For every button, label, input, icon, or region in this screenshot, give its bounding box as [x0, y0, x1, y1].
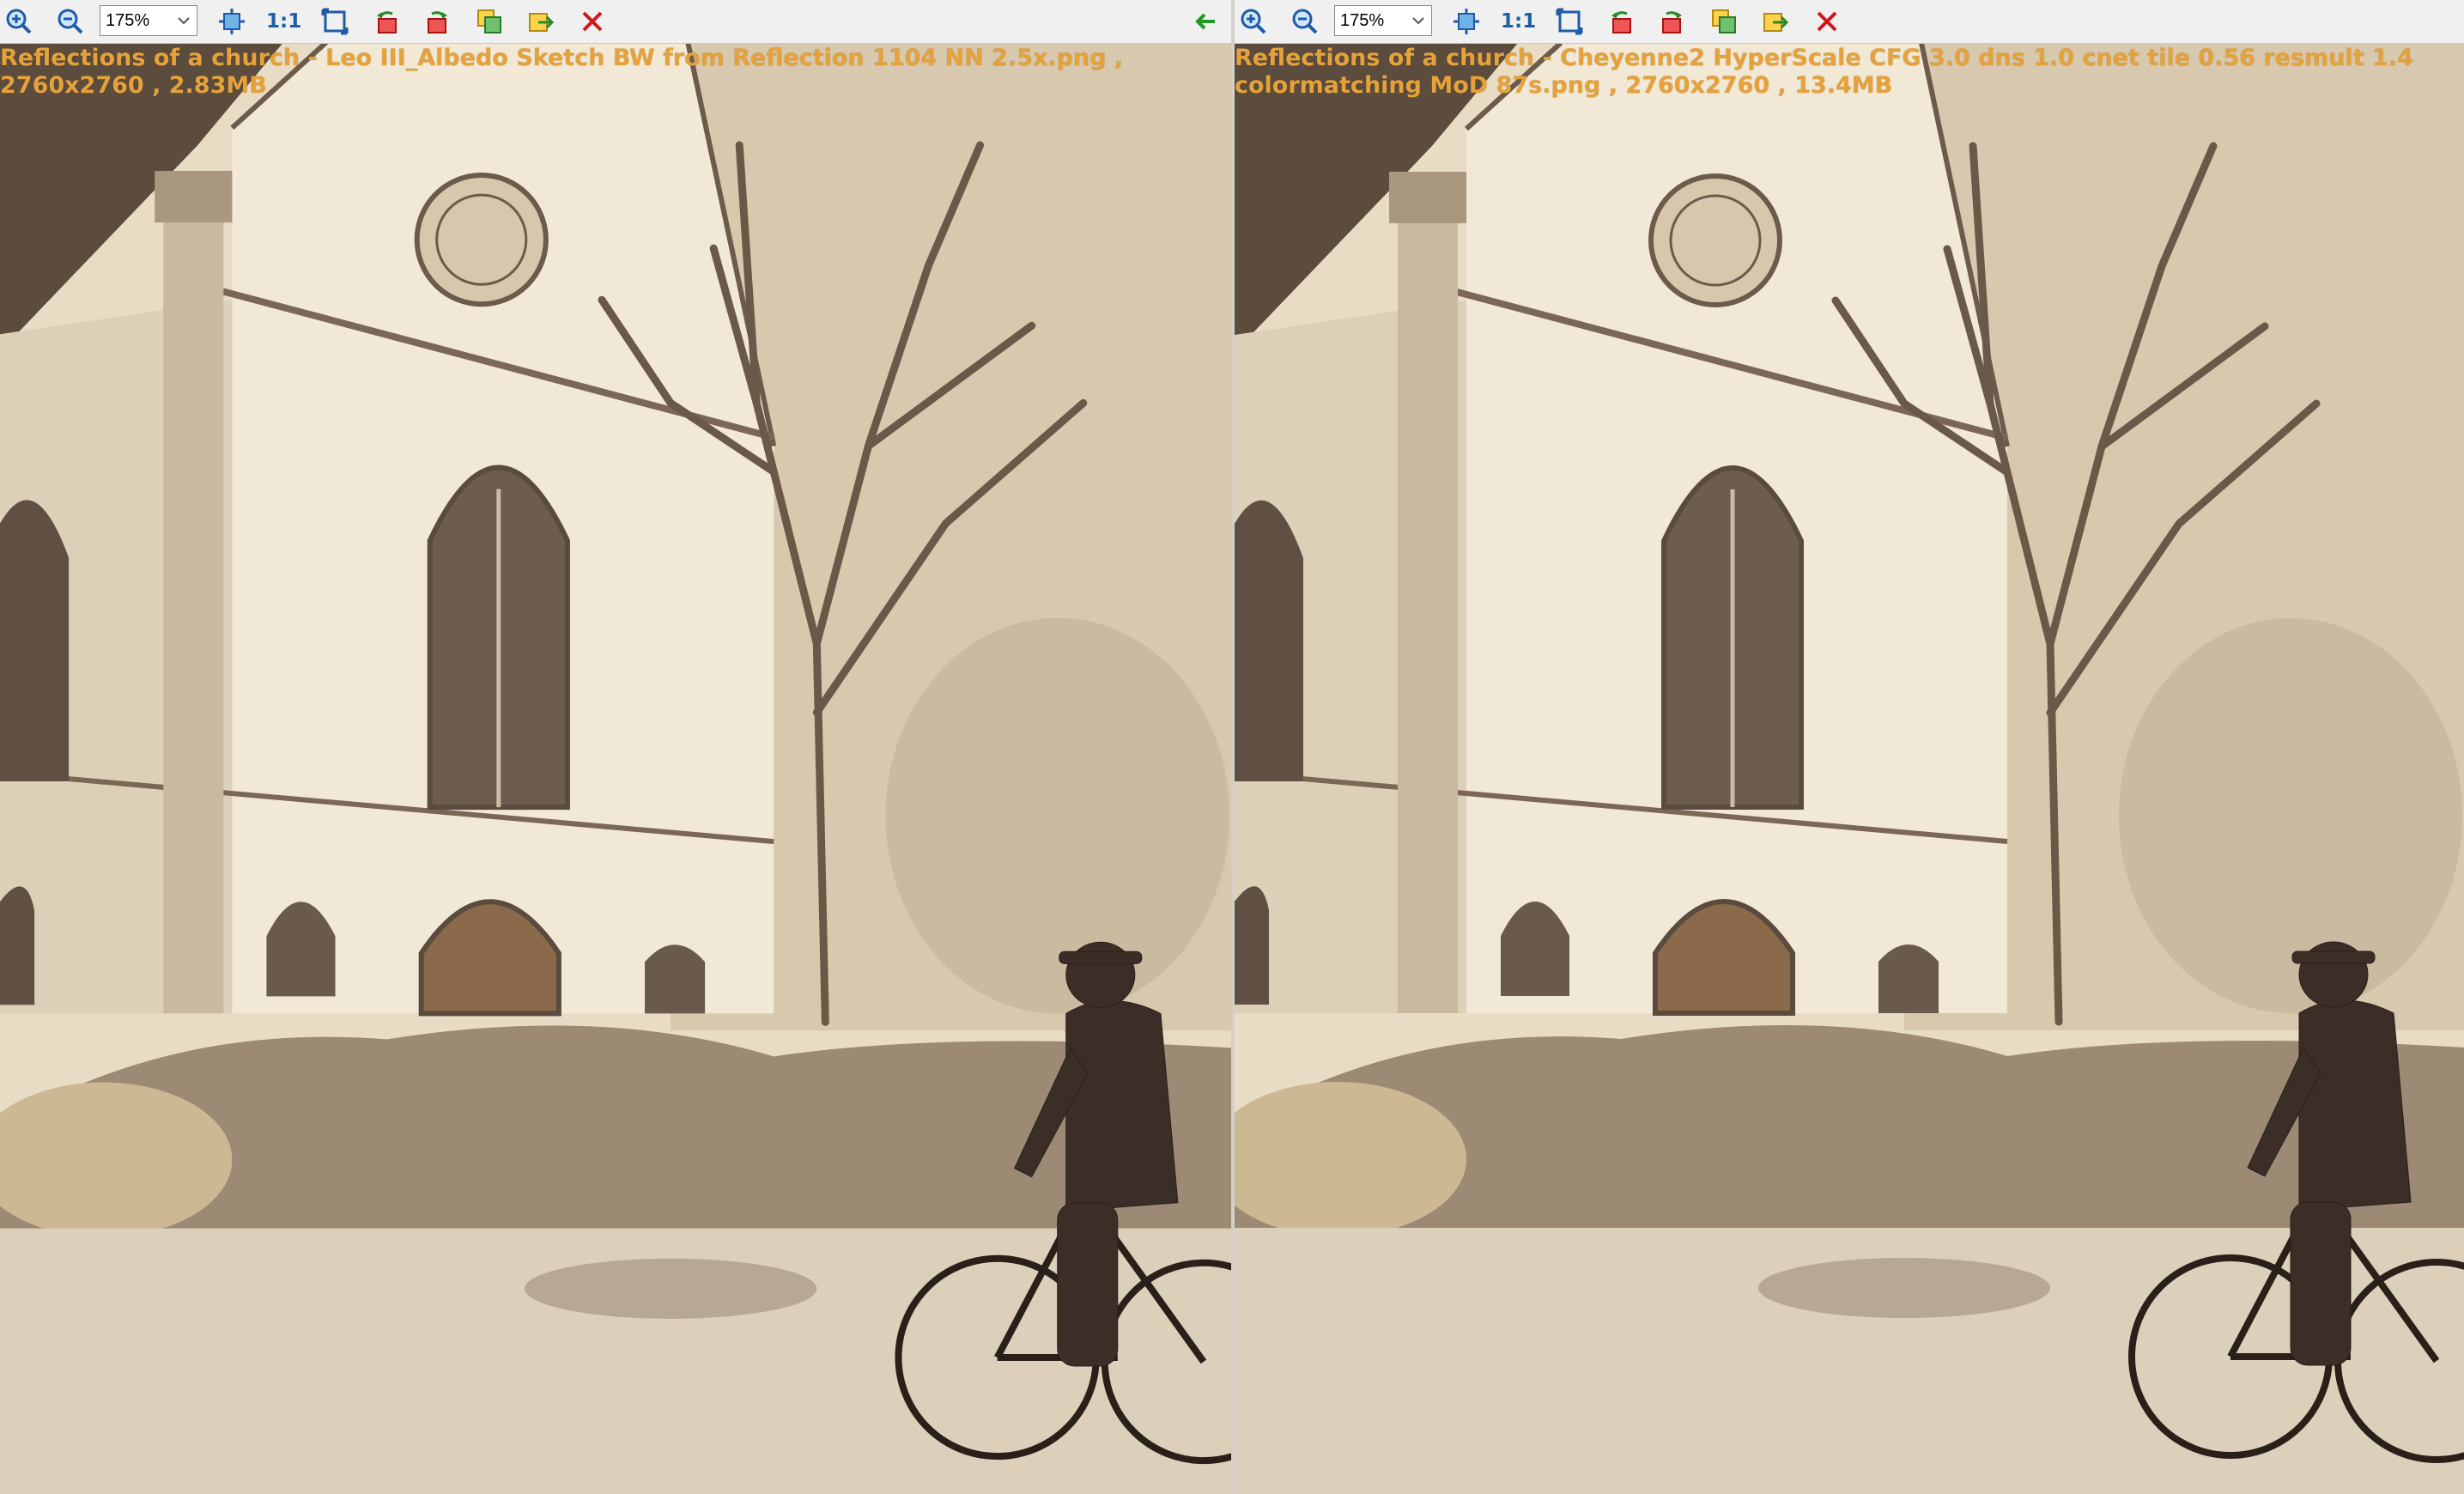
rotate-left-icon[interactable]	[1605, 6, 1636, 37]
zoom-in-icon[interactable]	[3, 6, 34, 37]
zoom-level-value: 175%	[1340, 11, 1385, 30]
zoom-out-icon[interactable]	[1290, 6, 1320, 37]
fullscreen-icon[interactable]	[319, 6, 350, 37]
fit-icon[interactable]	[216, 6, 247, 37]
image-info-caption: Reflections of a church - Leo III_Albedo…	[0, 45, 1123, 100]
image-canvas[interactable]	[0, 43, 1231, 1494]
caption-line-2: 2760x2760 , 2.83MB	[0, 72, 267, 99]
sketch-image	[0, 43, 1231, 1494]
close-icon[interactable]	[577, 6, 608, 37]
caption-line-2: colormatching MoD 87s.png , 2760x2760 , …	[1235, 72, 1893, 99]
caption-line-1: Reflections of a church - Cheyenne2 Hype…	[1235, 45, 2413, 71]
image-canvas[interactable]	[1235, 43, 2464, 1494]
export-icon[interactable]	[1760, 6, 1791, 37]
caption-line-1: Reflections of a church - Leo III_Albedo…	[0, 45, 1124, 71]
rotate-left-icon[interactable]	[371, 6, 402, 37]
actual-size-button[interactable]: 1:1	[1501, 6, 1536, 37]
zoom-in-icon[interactable]	[1238, 6, 1269, 37]
sync-arrow-icon[interactable]	[1190, 6, 1221, 37]
zoom-level-select[interactable]: 175%	[1334, 5, 1432, 36]
chevron-down-icon	[174, 11, 193, 30]
rotate-right-icon[interactable]	[1657, 6, 1688, 37]
zoom-out-icon[interactable]	[55, 6, 86, 37]
zoom-level-select[interactable]: 175%	[100, 5, 197, 36]
close-icon[interactable]	[1812, 6, 1842, 37]
actual-size-button[interactable]: 1:1	[266, 6, 301, 37]
rotate-right-icon[interactable]	[422, 6, 453, 37]
export-icon[interactable]	[525, 6, 556, 37]
zoom-level-value: 175%	[106, 11, 150, 30]
left-image-viewer: 175% 1:1 Reflections of a church - Leo I…	[0, 0, 1231, 1494]
fit-icon[interactable]	[1451, 6, 1482, 37]
chevron-down-icon	[1409, 11, 1428, 30]
right-image-viewer: 175% 1:1 Reflections of a church - Cheye…	[1235, 0, 2464, 1494]
swap-icon[interactable]	[1708, 6, 1739, 37]
fullscreen-icon[interactable]	[1554, 6, 1585, 37]
image-info-caption: Reflections of a church - Cheyenne2 Hype…	[1235, 45, 2413, 100]
left-toolbar: 175% 1:1	[0, 0, 1231, 44]
sketch-image	[1235, 43, 2464, 1494]
swap-icon[interactable]	[474, 6, 505, 37]
right-toolbar: 175% 1:1	[1235, 0, 2464, 44]
